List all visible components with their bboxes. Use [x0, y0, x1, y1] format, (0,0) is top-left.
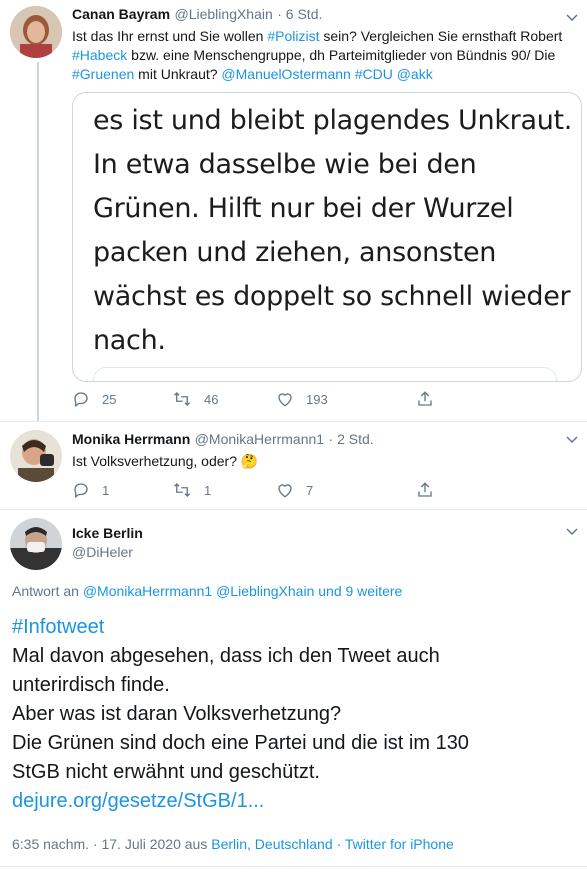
source-link[interactable]: Twitter for iPhone — [345, 836, 454, 852]
author-name[interactable]: Monika Herrmann — [72, 431, 190, 447]
location-link[interactable]: Berlin, Deutschland — [211, 836, 332, 852]
reply-to-users-link[interactable]: @MonikaHerrmann1 @LieblingXhain und 9 we… — [83, 583, 402, 599]
reply-icon — [74, 483, 88, 499]
chevron-down-icon[interactable] — [566, 14, 578, 22]
reply-count: 25 — [102, 391, 117, 407]
hashtag-link[interactable]: #Habeck — [72, 47, 127, 63]
share-icon — [418, 391, 432, 406]
reply-icon — [74, 392, 88, 408]
retweet-button[interactable]: 1 — [172, 481, 276, 499]
chevron-down-icon[interactable] — [566, 528, 578, 536]
avatar[interactable] — [10, 430, 62, 482]
tweet-body: #Infotweet Mal davon abgesehen, dass ich… — [12, 613, 582, 816]
reply-count: 1 — [102, 482, 110, 498]
like-button[interactable]: 7 — [276, 481, 416, 499]
hashtag-link[interactable]: #CDU — [355, 66, 393, 82]
share-button[interactable] — [416, 390, 446, 408]
divider — [0, 866, 587, 867]
quoted-image[interactable]: es ist und bleibt plagendes Unkraut. In … — [72, 92, 582, 382]
like-button[interactable]: 193 — [276, 390, 416, 408]
reply-to: Antwort an @MonikaHerrmann1 @LieblingXha… — [12, 583, 403, 599]
author-handle[interactable]: @MonikaHerrmann1 — [195, 431, 324, 447]
heart-icon — [278, 484, 292, 498]
reply-button[interactable]: 1 — [72, 481, 172, 499]
hashtag-link[interactable]: #Infotweet — [12, 613, 582, 642]
avatar[interactable] — [10, 6, 62, 58]
retweet-icon — [174, 483, 190, 497]
retweet-count: 46 — [204, 391, 219, 407]
external-link[interactable]: dejure.org/gesetze/StGB/1... — [12, 787, 582, 816]
retweet-icon — [174, 392, 190, 406]
author-handle[interactable]: @LieblingXhain — [175, 6, 273, 22]
tweet-text: Ist Volksverhetzung, oder? 🤔 — [72, 453, 259, 469]
reply-button[interactable]: 25 — [72, 390, 172, 408]
quoted-image-text: es ist und bleibt plagendes Unkraut. In … — [93, 105, 573, 356]
mention-link[interactable]: @ManuelOstermann — [221, 66, 350, 82]
tweet-text: Ist das Ihr ernst und Sie wollen #Polizi… — [72, 28, 563, 82]
author-name[interactable]: Icke Berlin — [72, 525, 143, 541]
like-count: 7 — [306, 482, 314, 498]
retweet-button[interactable]: 46 — [172, 390, 276, 408]
timestamp[interactable]: 6:35 nachm. · 17. Juli 2020 aus — [12, 836, 211, 852]
avatar[interactable] — [10, 518, 62, 570]
tweet-time[interactable]: · 2 Std. — [329, 431, 374, 447]
author-name[interactable]: Canan Bayram — [72, 6, 170, 22]
share-icon — [418, 482, 432, 497]
quoted-image-inner-card — [93, 367, 557, 381]
like-count: 193 — [306, 391, 328, 407]
mention-link[interactable]: @akk — [397, 66, 433, 82]
divider — [0, 509, 587, 510]
share-button[interactable] — [416, 481, 446, 499]
heart-icon — [278, 393, 292, 407]
hashtag-link[interactable]: #Polizist — [267, 28, 319, 44]
tweet-footer: 6:35 nachm. · 17. Juli 2020 aus Berlin, … — [12, 836, 454, 852]
hashtag-link[interactable]: #Gruenen — [72, 66, 134, 82]
author-handle[interactable]: @DiHeler — [72, 544, 133, 560]
thread-line — [37, 62, 39, 422]
retweet-count: 1 — [204, 482, 212, 498]
tweet-time[interactable]: · 6 Std. — [277, 6, 322, 22]
divider — [0, 421, 587, 422]
chevron-down-icon[interactable] — [566, 436, 578, 444]
